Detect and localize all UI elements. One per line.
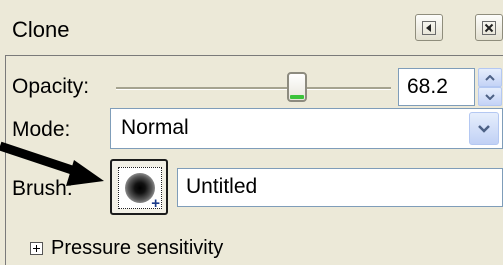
mode-dropdown-button[interactable] xyxy=(469,112,499,145)
mode-label: Mode: xyxy=(12,118,71,141)
opacity-slider-thumb[interactable] xyxy=(287,72,307,102)
opacity-spin-up-button[interactable] xyxy=(478,68,502,87)
opacity-slider-track[interactable] xyxy=(116,87,391,90)
expand-plus-icon xyxy=(30,242,43,255)
opacity-value-input[interactable]: 68.2 xyxy=(398,68,475,106)
mode-selected-value: Normal xyxy=(121,116,189,139)
close-x-icon xyxy=(482,20,496,35)
mode-dropdown[interactable]: Normal xyxy=(110,108,503,149)
plus-icon: + xyxy=(151,195,160,212)
chevron-down-icon xyxy=(478,125,490,133)
brush-label: Brush: xyxy=(12,177,73,200)
dialog-close-button[interactable] xyxy=(475,14,503,41)
dialog-title: Clone xyxy=(12,17,70,42)
dialog-menu-button[interactable] xyxy=(415,14,443,41)
opacity-spin-down-button[interactable] xyxy=(478,87,502,106)
triangle-left-icon xyxy=(422,20,436,35)
brush-name-field[interactable]: Untitled xyxy=(177,168,503,207)
chevron-down-icon xyxy=(485,93,495,100)
pressure-sensitivity-expander[interactable]: Pressure sensitivity xyxy=(30,237,223,260)
brush-picker-button[interactable]: + xyxy=(110,159,168,215)
chevron-up-icon xyxy=(485,74,495,81)
brush-preview: + xyxy=(118,167,162,212)
opacity-label: Opacity: xyxy=(12,75,90,98)
pressure-sensitivity-label: Pressure sensitivity xyxy=(51,237,224,259)
